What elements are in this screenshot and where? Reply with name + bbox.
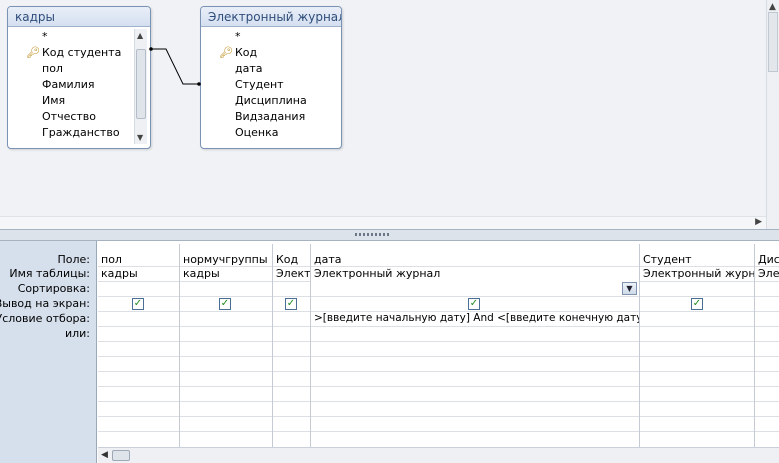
splitter-grip-icon[interactable] (355, 233, 391, 236)
row-labels: Поле: Имя таблицы: Сортировка: Вывод на … (0, 241, 97, 463)
scroll-thumb[interactable] (768, 12, 778, 72)
pane-splitter[interactable] (0, 229, 779, 241)
table-diagram-pane: кадры * 🔑︎ Код студента пол Фамилия Имя О… (0, 0, 779, 229)
row-label-criteria: Условие отбора: (0, 312, 90, 325)
show-cell[interactable]: ✓ (98, 296, 179, 311)
row-label-table: Имя таблицы: (9, 267, 90, 280)
grid-column[interactable]: Код Электр ✓ (273, 244, 311, 448)
field-cell[interactable]: пол (98, 252, 179, 267)
show-cell[interactable]: ✓ (180, 296, 272, 311)
grid-column[interactable]: Дис Элек (755, 244, 779, 448)
table-cell[interactable]: Электр (273, 266, 310, 281)
field-cell[interactable]: Дис (755, 252, 779, 267)
show-cell[interactable]: ✓ (273, 296, 310, 311)
diagram-horizontal-scrollbar[interactable]: ▶ (0, 216, 766, 229)
scroll-left-arrow-icon[interactable]: ◀ (101, 450, 108, 460)
table-cell[interactable]: Электронный журнал (311, 266, 639, 281)
field-cell[interactable]: дата (311, 252, 639, 267)
table-cell[interactable]: Элек (755, 266, 779, 281)
row-label-field: Поле: (57, 253, 90, 266)
show-checkbox[interactable]: ✓ (285, 298, 297, 310)
field-cell[interactable]: Студент (640, 252, 754, 267)
diagram-vertical-scrollbar[interactable]: ▲ (766, 0, 779, 229)
sort-dropdown-chevron-icon[interactable]: ▼ (622, 282, 637, 295)
sort-cell[interactable]: ▼ (311, 281, 639, 296)
table-cell[interactable]: кадры (98, 266, 179, 281)
show-checkbox[interactable]: ✓ (691, 298, 703, 310)
grid-horizontal-scrollbar[interactable]: ◀ (98, 447, 779, 463)
table-cell[interactable]: Электронный журна (640, 266, 754, 281)
scroll-thumb[interactable] (112, 450, 130, 461)
relationship-line[interactable] (0, 0, 779, 229)
field-cell[interactable]: Код (273, 252, 310, 267)
show-checkbox[interactable]: ✓ (468, 298, 480, 310)
show-checkbox[interactable]: ✓ (132, 298, 144, 310)
grid-column[interactable]: пол кадры ✓ (98, 244, 180, 448)
show-checkbox[interactable]: ✓ (219, 298, 231, 310)
show-cell[interactable]: ✓ (311, 296, 639, 311)
row-label-sort: Сортировка: (17, 282, 90, 295)
field-cell[interactable]: нормучгруппы (180, 252, 272, 267)
grid-column[interactable]: Студент Электронный журна ✓ (640, 244, 755, 448)
query-design-grid: Поле: Имя таблицы: Сортировка: Вывод на … (0, 241, 779, 463)
row-label-or: или: (64, 327, 90, 340)
grid-column-selected[interactable]: дата Электронный журнал ▼ ✓ >[введите на… (311, 244, 640, 448)
scroll-right-arrow-icon[interactable]: ▶ (755, 217, 762, 227)
show-cell[interactable]: ✓ (640, 296, 754, 311)
row-label-show: Вывод на экран: (0, 297, 90, 310)
design-grid-columns: пол кадры ✓ нормучгруппы кадры ✓ Код Эле… (98, 244, 779, 448)
scroll-up-arrow-icon[interactable]: ▲ (769, 2, 776, 12)
table-cell[interactable]: кадры (180, 266, 272, 281)
criteria-cell[interactable]: >[введите начальную дату] And <[введите … (311, 311, 639, 326)
grid-column[interactable]: нормучгруппы кадры ✓ (180, 244, 273, 448)
